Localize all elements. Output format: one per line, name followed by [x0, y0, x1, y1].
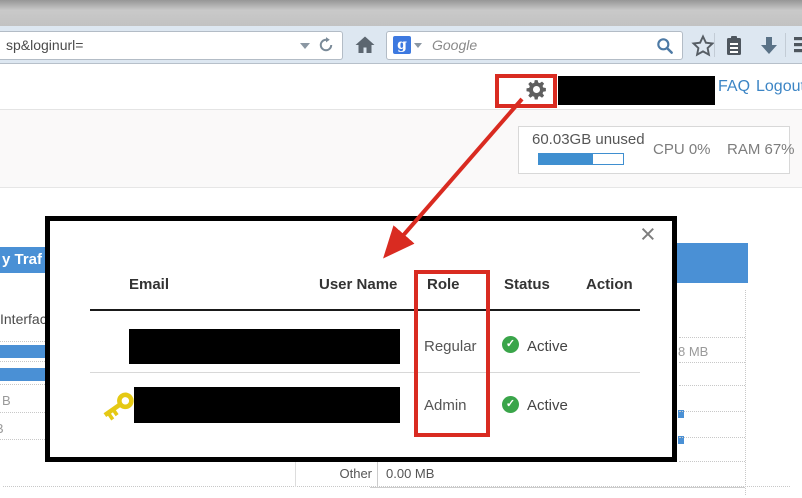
bg-row-divider — [0, 341, 45, 342]
admin-key-icon — [103, 392, 134, 421]
disk-unused-label: 60.03GB unused — [532, 131, 645, 148]
traffic-unit-fragment: B — [0, 421, 4, 436]
bg-column-divider — [745, 290, 746, 495]
bg-row-border — [370, 487, 745, 488]
ram-stat: RAM 67% — [727, 141, 795, 158]
role-cell: Admin — [424, 397, 467, 414]
disk-progress-bar — [538, 153, 624, 165]
traffic-panel-header-right — [677, 243, 748, 283]
bg-row-divider — [0, 384, 45, 385]
traffic-panel-title: y Traf — [2, 251, 43, 268]
bg-cell-border — [295, 462, 296, 487]
bookmarks-clipboard-icon[interactable] — [722, 34, 746, 58]
active-check-icon: ✓ — [502, 336, 519, 353]
bg-row-divider — [679, 362, 745, 363]
col-header-email: Email — [129, 276, 170, 293]
window-titlebar — [0, 0, 802, 26]
table-header-underline — [90, 309, 640, 311]
bg-row-divider — [679, 437, 745, 438]
other-row-label: Other — [339, 466, 372, 481]
bookmark-star-icon[interactable] — [691, 34, 715, 58]
google-favicon-icon: g — [393, 36, 411, 54]
redacted-email-username — [129, 329, 400, 364]
bg-row-divider — [0, 361, 45, 362]
role-cell: Regular — [424, 338, 477, 355]
logout-link[interactable]: Logout — [756, 78, 802, 96]
col-header-action: Action — [586, 276, 633, 293]
toolbar-separator — [714, 33, 715, 57]
redacted-email-username — [134, 387, 400, 423]
toolbar-separator — [785, 33, 786, 57]
interface-label: Interfac — [0, 311, 47, 327]
menu-hamburger-icon[interactable] — [794, 37, 802, 53]
bg-row-divider — [679, 411, 745, 412]
traffic-panel-header: y Traf — [0, 247, 45, 273]
col-header-username: User Name — [319, 276, 398, 293]
active-check-icon: ✓ — [502, 396, 519, 413]
faq-link[interactable]: FAQ — [718, 78, 750, 96]
bg-row-divider — [679, 461, 745, 462]
bg-row-divider — [0, 439, 45, 440]
search-placeholder: Google — [432, 37, 478, 53]
traffic-bar — [0, 345, 45, 358]
home-icon[interactable] — [353, 33, 377, 57]
traffic-bar — [0, 368, 45, 381]
reload-icon[interactable] — [317, 36, 335, 54]
col-header-status: Status — [504, 276, 550, 293]
status-cell: Active — [527, 397, 568, 414]
traffic-value: 8 MB — [678, 344, 709, 359]
bg-cell-border — [377, 461, 378, 488]
other-row-value: 0.00 MB — [386, 466, 435, 481]
search-input[interactable] — [386, 31, 683, 60]
table-row-divider — [90, 372, 640, 373]
url-text[interactable]: sp&loginurl= — [6, 37, 83, 53]
status-cell: Active — [527, 338, 568, 355]
bg-row-divider — [0, 412, 45, 413]
search-engine-dropdown-icon[interactable] — [414, 43, 422, 48]
col-header-role: Role — [427, 276, 460, 293]
url-dropdown-icon[interactable] — [300, 43, 310, 49]
traffic-unit-fragment: B — [2, 393, 11, 408]
gear-icon[interactable] — [524, 77, 549, 102]
disk-progress-fill — [539, 154, 593, 164]
user-management-modal: × Email User Name Role Status Action Reg… — [45, 216, 677, 462]
search-magnifier-icon[interactable] — [655, 36, 675, 56]
bg-row-divider — [679, 385, 745, 386]
redacted-account-name — [558, 76, 715, 105]
bg-row-divider — [679, 337, 745, 338]
close-icon[interactable]: × — [640, 221, 656, 248]
cpu-stat: CPU 0% — [653, 141, 711, 158]
downloads-arrow-icon[interactable] — [757, 34, 781, 58]
